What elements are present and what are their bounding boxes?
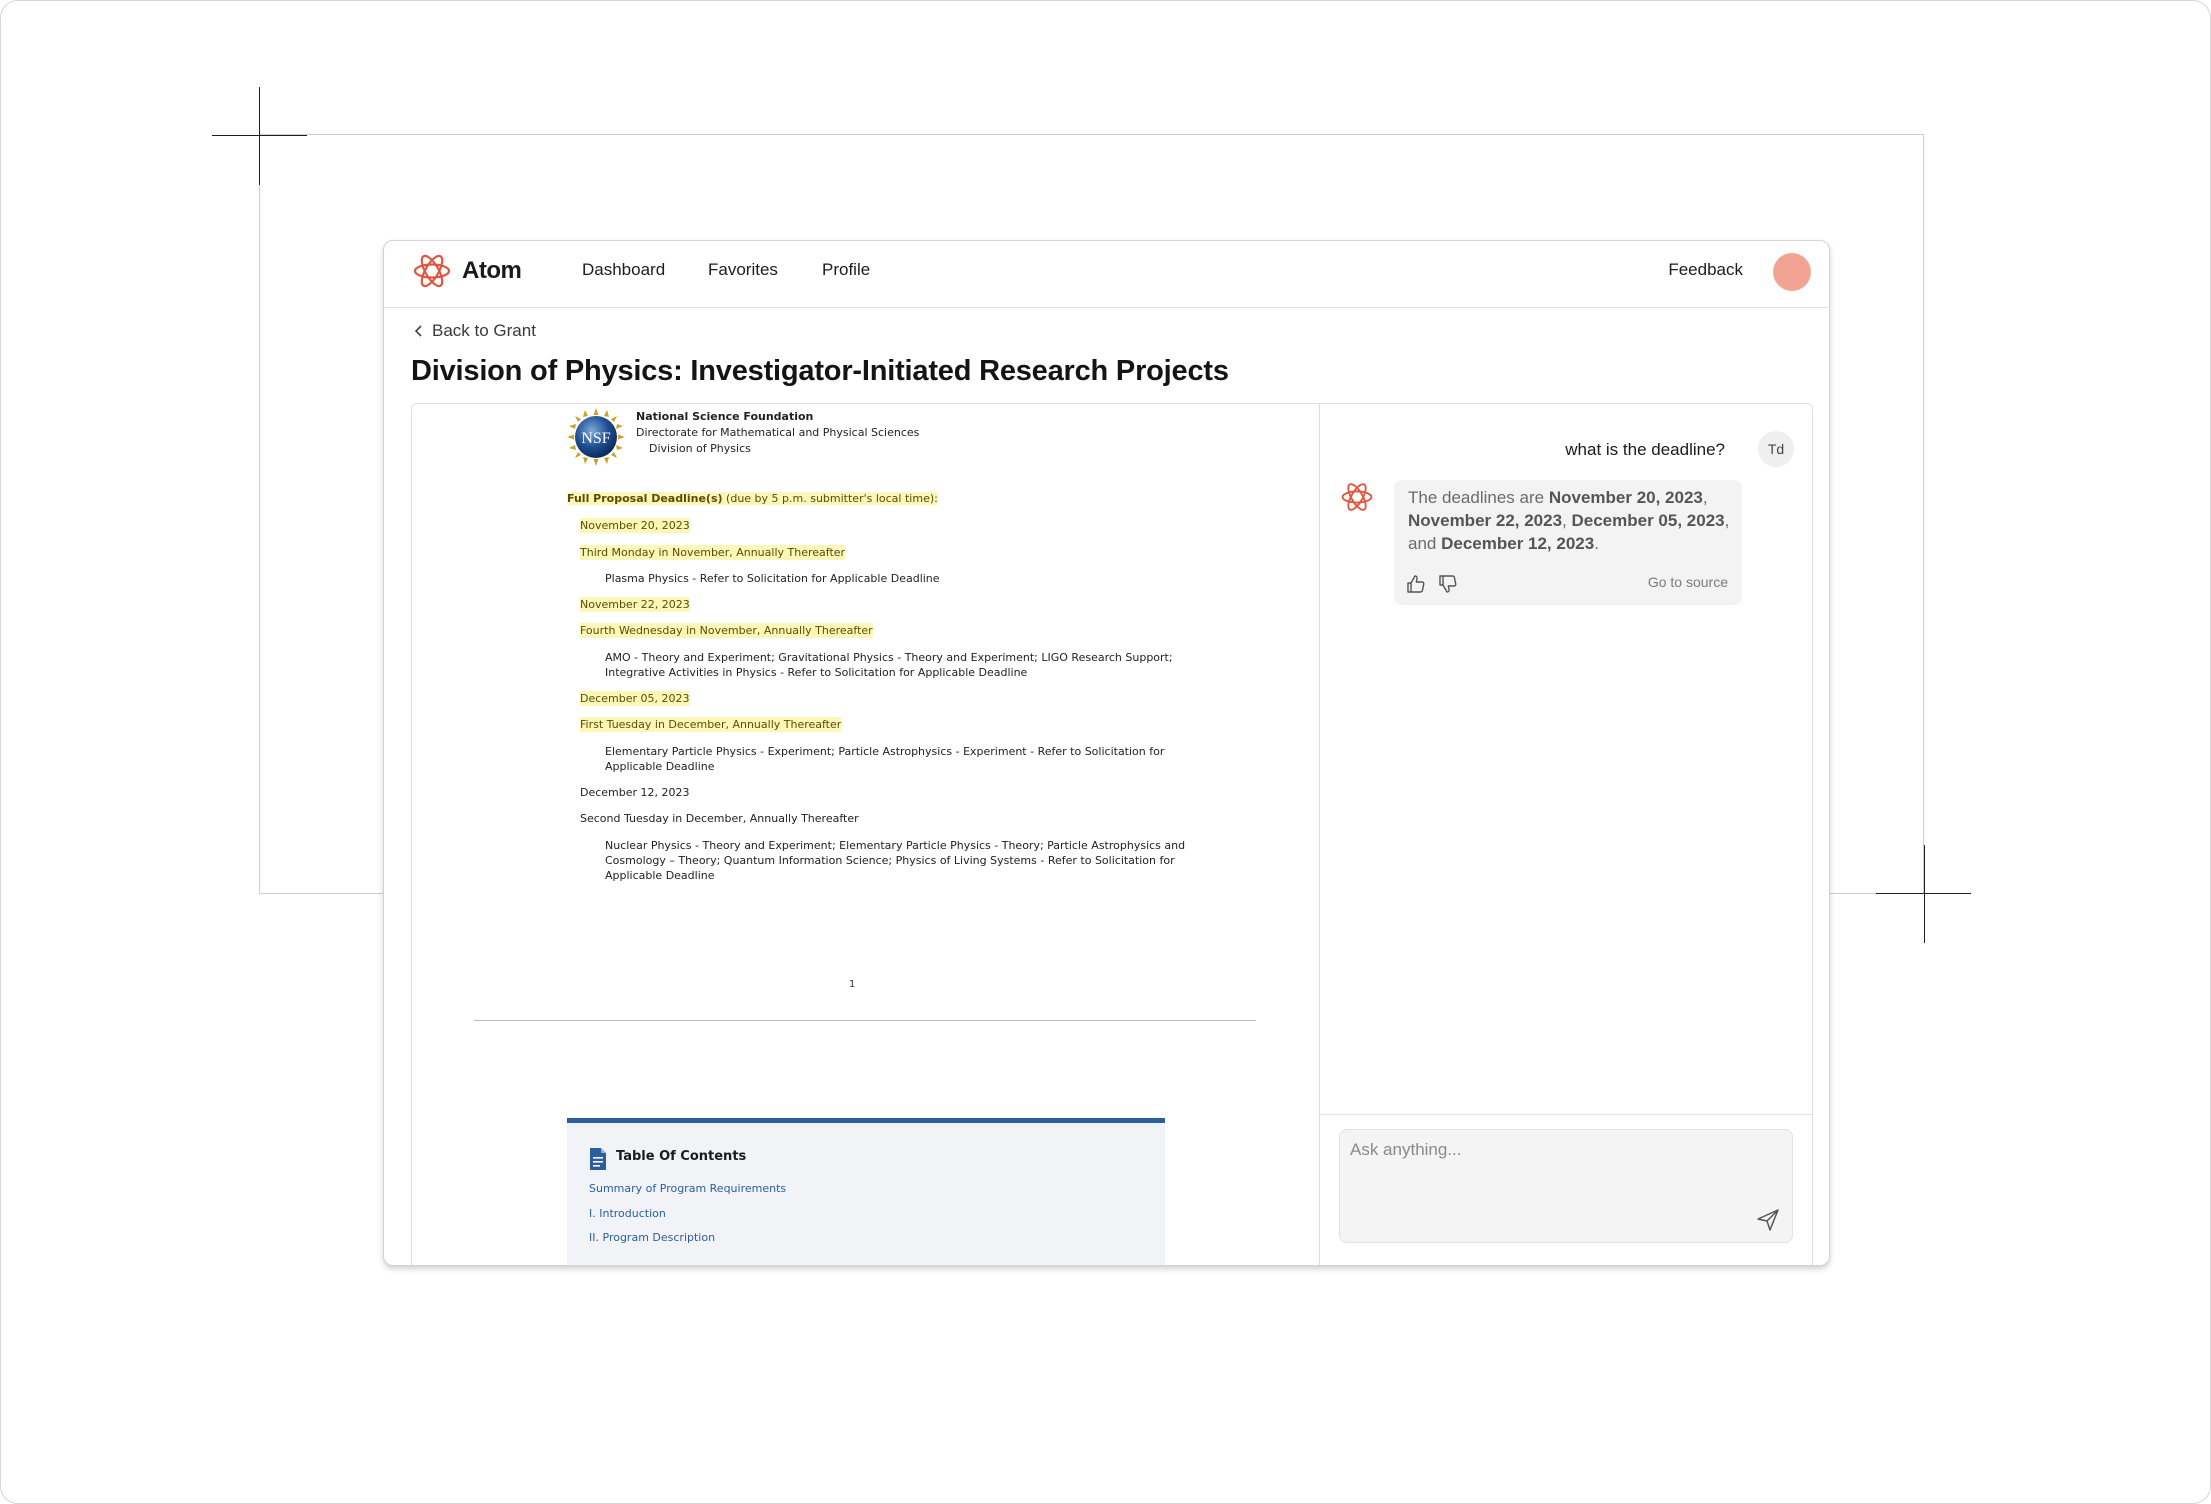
deadline-heading: Full Proposal Deadline(s) (567, 492, 723, 505)
deadline-date-4: December 12, 2023 (580, 786, 690, 799)
answer-date-2: November 22, 2023 (1408, 511, 1563, 530)
top-nav: Atom Dashboard Favorites Profile Feedbac… (384, 241, 1829, 308)
toc-link-summary[interactable]: Summary of Program Requirements (589, 1182, 786, 1195)
thumbs-up-icon[interactable] (1406, 574, 1426, 594)
chevron-left-icon (414, 325, 422, 337)
doc-division: Division of Physics (649, 442, 751, 455)
answer-suffix: . (1594, 534, 1599, 553)
answer-prefix: The deadlines are (1408, 488, 1549, 507)
user-avatar[interactable] (1773, 253, 1811, 291)
answer-sep-1: , (1702, 488, 1708, 507)
assistant-answer-text: The deadlines are November 20, 2023, Nov… (1408, 486, 1738, 555)
go-to-source-link[interactable]: Go to source (1648, 574, 1728, 590)
ask-box (1339, 1129, 1793, 1243)
page-separator (474, 1020, 1256, 1021)
toc-title: Table Of Contents (616, 1149, 747, 1164)
deadline-desc-2-line-2: Integrative Activities in Physics - Refe… (605, 666, 1028, 679)
crosshair-bottom-right-v (1924, 845, 1925, 943)
deadline-rule-2: Fourth Wednesday in November, Annually T… (580, 623, 873, 638)
table-of-contents: Table Of Contents Summary of Program Req… (567, 1118, 1165, 1265)
answer-date-3: December 05, 2023 (1571, 511, 1725, 530)
nav-link-favorites[interactable]: Favorites (708, 260, 778, 280)
nsf-seal-text: NSF (581, 430, 610, 447)
doc-directorate: Directorate for Mathematical and Physica… (636, 426, 920, 439)
deadline-desc-3-line-2: Applicable Deadline (605, 760, 715, 773)
answer-sep-2: , (1562, 511, 1572, 530)
backdrop-frame-top (259, 134, 1923, 135)
document-viewer[interactable]: NSF National Science Foundation Director… (412, 404, 1319, 1265)
backdrop-frame-left (259, 134, 260, 894)
deadline-desc-4-line-1: Nuclear Physics - Theory and Experiment;… (605, 839, 1186, 852)
doc-org-name: National Science Foundation (636, 410, 814, 423)
user-initials-badge: Td (1758, 431, 1794, 467)
document-icon (590, 1148, 606, 1170)
toc-num-2: II. (589, 1231, 599, 1244)
user-message: what is the deadline? (1565, 440, 1725, 459)
toc-link-summary-label: Summary of Program Requirements (589, 1182, 787, 1195)
ask-input[interactable] (1350, 1138, 1750, 1162)
deadline-rule-1: Third Monday in November, Annually There… (580, 545, 846, 560)
deadline-desc-1: Plasma Physics - Refer to Solicitation f… (605, 572, 940, 585)
page-number: 1 (849, 979, 856, 990)
deadline-desc-4-line-2: Cosmology – Theory; Quantum Information … (605, 854, 1175, 867)
content-panels: NSF National Science Foundation Director… (411, 403, 1813, 1265)
chat-divider (1320, 1114, 1812, 1115)
deadline-heading-row: Full Proposal Deadline(s) (due by 5 p.m.… (567, 491, 938, 506)
toc-link-introduction[interactable]: I. Introduction (589, 1207, 666, 1220)
deadline-date-3: December 05, 2023 (580, 691, 690, 706)
deadline-note: (due by 5 p.m. submitter's local time): (726, 492, 938, 505)
deadline-rule-4: Second Tuesday in December, Annually The… (580, 812, 859, 825)
deadline-rule-3: First Tuesday in December, Annually Ther… (580, 717, 842, 732)
feedback-link[interactable]: Feedback (1668, 260, 1743, 280)
answer-date-4: December 12, 2023 (1441, 534, 1595, 553)
atom-assistant-icon (1341, 483, 1373, 511)
backdrop-frame-right (1923, 134, 1924, 894)
app-window: Atom Dashboard Favorites Profile Feedbac… (383, 240, 1830, 1266)
thumbs-down-icon[interactable] (1438, 574, 1458, 594)
assistant-message: The deadlines are November 20, 2023, Nov… (1394, 480, 1742, 605)
deadline-desc-3-line-1: Elementary Particle Physics - Experiment… (605, 745, 1165, 758)
page-title: Division of Physics: Investigator-Initia… (411, 355, 1229, 387)
chat-panel: what is the deadline? Td The deadlines a… (1319, 404, 1812, 1265)
toc-link-program-description-label: Program Description (602, 1231, 716, 1244)
send-icon[interactable] (1756, 1208, 1780, 1232)
deadline-desc-2-line-1: AMO - Theory and Experiment; Gravitation… (605, 651, 1173, 664)
back-to-grant-link[interactable]: Back to Grant (414, 321, 536, 341)
nav-link-profile[interactable]: Profile (822, 260, 870, 280)
atom-logo-icon[interactable] (412, 251, 452, 291)
nsf-seal-icon: NSF (567, 408, 625, 466)
app-name[interactable]: Atom (462, 257, 522, 285)
nav-link-dashboard[interactable]: Dashboard (582, 260, 665, 280)
back-to-grant-label: Back to Grant (432, 321, 536, 340)
toc-link-introduction-label: Introduction (599, 1207, 666, 1220)
crosshair-top-left-v (259, 87, 260, 185)
answer-date-1: November 20, 2023 (1548, 488, 1703, 507)
toc-num-1: I. (589, 1207, 596, 1220)
deadline-date-2: November 22, 2023 (580, 597, 690, 612)
deadline-date-1: November 20, 2023 (580, 518, 690, 533)
deadline-desc-4-line-3: Applicable Deadline (605, 869, 715, 882)
toc-link-program-description[interactable]: II. Program Description (589, 1231, 715, 1244)
